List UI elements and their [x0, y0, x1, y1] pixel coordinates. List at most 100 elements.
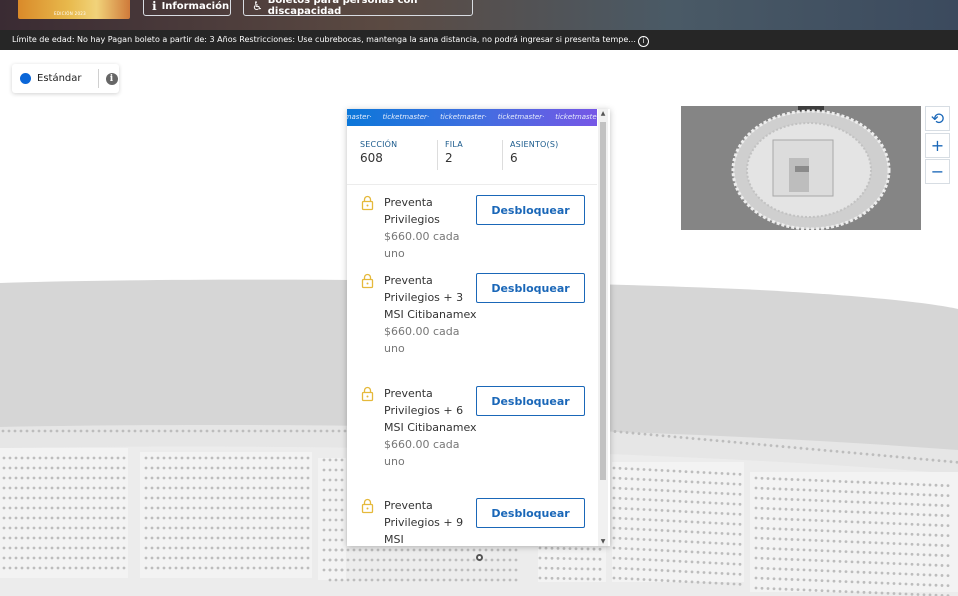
- scroll-down-arrow-icon[interactable]: ▼: [598, 538, 608, 545]
- seat-dot: [276, 496, 280, 500]
- seat-dot: [86, 566, 90, 570]
- seat-dot: [68, 556, 72, 560]
- seat-dot: [122, 476, 126, 480]
- seat-dot: [612, 566, 616, 570]
- seat-dot: [714, 531, 718, 535]
- seat-dot: [240, 506, 244, 510]
- seat-dot: [672, 489, 676, 493]
- seat-dot: [44, 526, 48, 530]
- seat-dot: [313, 429, 317, 433]
- seat-dot: [388, 558, 392, 562]
- seat-dot: [636, 517, 640, 521]
- seat-dot: [904, 492, 908, 496]
- seat-dot: [240, 466, 244, 470]
- legend-info-icon[interactable]: i: [105, 72, 118, 85]
- seat-dot: [14, 506, 18, 510]
- seat-dot: [258, 476, 262, 480]
- seat-dot: [862, 520, 866, 524]
- seat-dot: [174, 476, 178, 480]
- selected-seat-marker[interactable]: [476, 554, 483, 561]
- seat-dot: [32, 476, 36, 480]
- seat-dot: [322, 468, 326, 472]
- seat-dot: [862, 480, 866, 484]
- seat-dot: [726, 492, 730, 496]
- seat-dot: [624, 527, 628, 530]
- unlock-button[interactable]: Desbloquear: [476, 195, 585, 225]
- zoom-in-button[interactable]: +: [925, 133, 950, 158]
- seat-dot: [838, 549, 842, 553]
- seat-dot: [624, 477, 628, 480]
- unlock-button[interactable]: Desbloquear: [476, 273, 585, 303]
- seat-dot: [98, 566, 102, 570]
- reset-view-button[interactable]: ⟲: [925, 106, 950, 131]
- seat-dot: [874, 531, 878, 535]
- unlock-button[interactable]: Desbloquear: [476, 386, 585, 416]
- seat-dot: [940, 534, 944, 537]
- seat-dot: [346, 558, 350, 562]
- seat-dot: [910, 542, 914, 546]
- scroll-up-arrow-icon[interactable]: ▲: [598, 110, 608, 117]
- seat-dot: [484, 578, 488, 582]
- seat-dot: [630, 467, 634, 471]
- seat-dot: [642, 508, 646, 511]
- seat-dot: [216, 546, 220, 550]
- seat-dot: [784, 547, 788, 551]
- seat-dot: [127, 429, 131, 433]
- seat-dot: [282, 556, 286, 560]
- seat-dot: [814, 569, 818, 572]
- seat-dot: [270, 496, 274, 500]
- seat-dot: [162, 466, 166, 470]
- seat-dot: [868, 501, 872, 504]
- seat-dot: [732, 562, 736, 566]
- seat-dot: [714, 501, 718, 505]
- seat-dot: [265, 429, 269, 433]
- seat-dot: [612, 576, 616, 580]
- legend-divider: [97, 69, 99, 88]
- seat-dot: [180, 456, 184, 460]
- seat-dot: [928, 533, 932, 537]
- seat-dot: [636, 467, 640, 471]
- seat-dot: [702, 481, 706, 484]
- scrollbar-thumb[interactable]: [600, 122, 606, 480]
- seat-dot: [814, 589, 818, 592]
- seat-dot: [56, 476, 60, 480]
- seat-dot: [168, 506, 172, 510]
- seat-dot: [814, 549, 818, 552]
- seat-dot: [294, 546, 298, 550]
- seat-dot: [934, 483, 938, 487]
- seat-dot: [808, 508, 812, 512]
- zoom-out-button[interactable]: −: [925, 159, 950, 184]
- seat-dot: [538, 556, 542, 560]
- seat-dot: [784, 537, 788, 541]
- seat-dot: [660, 479, 664, 482]
- seat-dot: [2, 566, 6, 570]
- seat-dot: [726, 472, 730, 476]
- popup-scrollbar[interactable]: ▲ ▼: [598, 109, 608, 546]
- seat-info: ASIENTO(S) 6: [510, 140, 558, 165]
- seat-dot: [844, 520, 848, 523]
- seat-dot: [234, 516, 238, 520]
- seat-dot: [104, 526, 108, 530]
- seat-dot: [666, 549, 670, 553]
- unlock-button[interactable]: Desbloquear: [476, 498, 585, 528]
- seat-dot: [32, 496, 36, 500]
- seat-dot: [86, 496, 90, 500]
- seat-dot: [162, 486, 166, 490]
- seat-dot: [282, 526, 286, 530]
- seat-dot: [210, 516, 214, 520]
- seat-dot: [880, 501, 884, 505]
- seat-dot: [228, 526, 232, 530]
- seat-dot: [910, 522, 914, 526]
- seat-dot: [820, 519, 824, 523]
- seat-dot: [56, 506, 60, 510]
- seat-dot: [754, 526, 758, 530]
- seat-dot: [300, 546, 304, 550]
- seat-dot: [32, 566, 36, 570]
- seat-dot: [808, 568, 812, 572]
- seat-dot: [660, 529, 664, 532]
- seat-dot: [726, 582, 730, 586]
- seat-dot: [294, 566, 298, 570]
- seat-dot: [796, 518, 800, 522]
- minimap[interactable]: [681, 106, 921, 231]
- seat-dot: [667, 434, 671, 438]
